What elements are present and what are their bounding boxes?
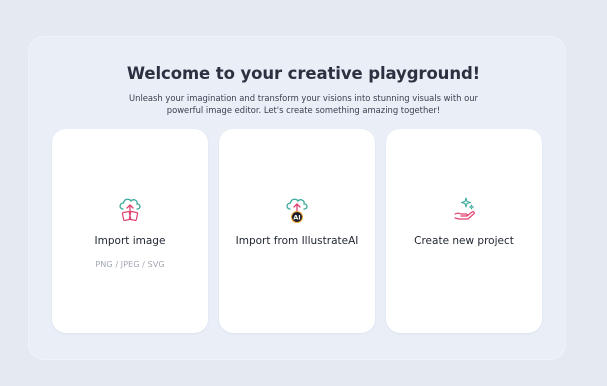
hand-sparkle-icon	[448, 193, 480, 225]
ai-badge-text: AI	[293, 214, 300, 222]
create-project-label: Create new project	[414, 235, 514, 247]
import-image-card[interactable]: Import image PNG / JPEG / SVG	[52, 129, 208, 333]
import-image-label: Import image	[94, 235, 166, 247]
page-subtitle: Unleash your imagination and transform y…	[129, 93, 478, 115]
import-illustrateai-card[interactable]: AI Import from IllustrateAI	[219, 129, 375, 333]
cloud-upload-ai-icon: AI	[281, 193, 313, 225]
import-image-formats: PNG / JPEG / SVG	[95, 259, 165, 269]
create-project-card[interactable]: Create new project	[386, 129, 542, 333]
import-illustrateai-label: Import from IllustrateAI	[235, 235, 359, 247]
page-title: Welcome to your creative playground!	[126, 64, 481, 83]
cloud-upload-image-icon	[114, 193, 146, 225]
